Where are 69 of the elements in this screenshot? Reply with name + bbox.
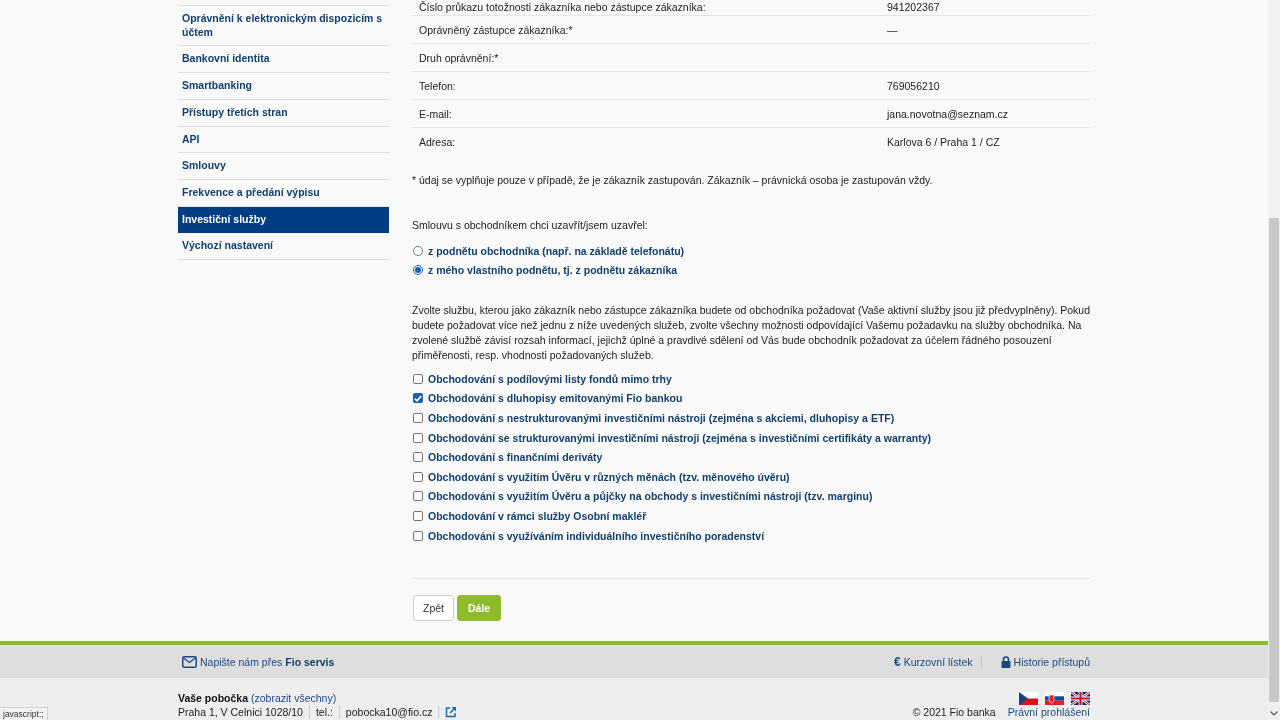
legal-notice-link[interactable]: Právní prohlášení	[1007, 705, 1090, 720]
field-value: 941202367	[887, 0, 940, 14]
radio-button[interactable]	[413, 264, 423, 275]
field-value: —	[887, 23, 898, 37]
sidebar-item[interactable]: Investiční služby	[178, 206, 389, 234]
sidebar-item[interactable]: Výchozí nastavení	[178, 233, 389, 261]
scrollbar-thumb[interactable]	[1269, 218, 1279, 702]
checkbox[interactable]	[413, 452, 423, 463]
sidebar-item[interactable]: Přístupy třetích stran	[178, 99, 389, 127]
checkbox[interactable]	[413, 491, 423, 502]
radio-button[interactable]	[413, 245, 423, 256]
field-value: jana.novotna@seznam.cz	[887, 107, 1008, 121]
envelope-icon	[182, 655, 197, 668]
status-bar-text: javascript:;	[0, 707, 48, 720]
radio-dot-icon	[415, 266, 421, 273]
back-button[interactable]: Zpět	[413, 595, 454, 622]
footnote-text: * údaj se vyplňuje pouze v případě, že je zákazník zastupován. Zákazník – právnická osoba je zastupován vždy.	[412, 173, 934, 187]
footer-link[interactable]: Historie přístupů	[1000, 655, 1090, 668]
lock-icon	[1000, 655, 1011, 668]
checkbox[interactable]	[413, 413, 423, 423]
sidebar-item[interactable]: Smartbanking	[178, 73, 389, 100]
currency-icon: €	[894, 654, 901, 669]
branch-address: Praha 1, V Celnici 1028/10	[178, 705, 304, 720]
checkmark-icon	[414, 394, 422, 402]
field-label: E-mail:	[419, 107, 453, 121]
slovak-flag-icon[interactable]	[1045, 691, 1064, 705]
field-value: Karlova 6 / Praha 1 / CZ	[887, 135, 1000, 149]
checkbox-label[interactable]: Obchodování s podílovými listy fondů mimo trhy	[428, 372, 672, 385]
contact-link[interactable]: Napište nám přes Fio servis	[182, 655, 335, 668]
checkbox-label[interactable]: Obchodování v rámci služby Osobní makléř	[428, 509, 647, 522]
sidebar-item[interactable]: Bankovní identita	[178, 46, 389, 74]
checkbox-label[interactable]: Obchodování s nestrukturovanými investičními nástroji (zejména s akciemi, dluhopisy a ETF)	[428, 412, 895, 424]
czech-flag-icon[interactable]	[1019, 691, 1038, 705]
question-text: Smlouvu s obchodníkem chci uzavřít/jsem uzavřel:	[412, 218, 649, 232]
external-link-icon[interactable]	[445, 706, 458, 719]
field-label: Adresa:	[419, 135, 457, 149]
checkbox-label[interactable]: Obchodování s využíváním individuálního investičního poradenství	[428, 529, 765, 542]
checkbox[interactable]	[413, 471, 423, 482]
radio-label[interactable]: z podnětu obchodníka (např. na základě telefonátu)	[428, 244, 685, 257]
field-label: Číslo průkazu totožnosti zákazníka nebo zástupce zákazníka:	[419, 0, 707, 14]
checkbox-label[interactable]: Obchodování se strukturovanými investičními nástroji (zejména s investičními certifikáty a warranty)	[428, 431, 931, 444]
field-value: 769056210	[887, 79, 940, 93]
radio-label[interactable]: z mého vlastního podnětu, tj. z podnětu zákazníka	[428, 263, 678, 276]
field-label: Oprávněný zástupce zákazníka:*	[419, 23, 574, 37]
copyright-text: © 2021 Fio banka	[912, 705, 996, 720]
checkbox[interactable]	[413, 432, 423, 443]
footer-link[interactable]: € Kurzovní lístek	[894, 654, 973, 669]
british-flag-icon[interactable]	[1071, 691, 1090, 705]
phone-label: tel.:	[308, 705, 339, 720]
checkbox-label[interactable]: Obchodování s dluhopisy emitovanými Fio bankou	[428, 392, 683, 405]
scroll-down-icon[interactable]	[1270, 711, 1278, 716]
checkbox-label[interactable]: Obchodování s finančními deriváty	[428, 451, 603, 464]
checkbox[interactable]	[413, 510, 423, 521]
checkbox-label[interactable]: Obchodování s využitím Úvěru v různých měnách (tzv. měnového úvěru)	[428, 470, 790, 483]
branch-title: Vaše pobočka	[178, 691, 249, 706]
branch-email: pobocka10@fio.cz	[338, 705, 439, 720]
sidebar-item[interactable]: Frekvence a předání výpisu	[178, 179, 389, 207]
scrollbar-track[interactable]	[1268, 0, 1280, 720]
instructions-text: Zvolte službu, kterou jako zákazník nebo zástupce zákazníka budete od obchodníka požadovat (Vaše aktivní služby jsou již předvyplněny). Pokud budete požadovat více než jednu z níže uvedených služeb, zvolte všechny možnosti odpovídající Vašemu požadavku na služby obchodníka. Na zvolené službě závisí rozsah informací, jejichž úplné a pravdivé sdělení od Vás bude obchodník požadovat za účelem řádného posouzení přiměřenosti, resp. vhodnosti požadovaných služeb.	[412, 303, 1092, 363]
checkbox[interactable]	[413, 373, 423, 384]
show-all-link[interactable]: (zobrazit všechny)	[250, 691, 337, 706]
sidebar-item[interactable]: API	[178, 126, 389, 154]
field-label: Telefon:	[419, 79, 457, 93]
checkbox[interactable]	[413, 393, 423, 404]
checkbox-label[interactable]: Obchodování s využitím Úvěru a půjčky na obchody s investičními nástroji (tzv. marginu)	[428, 490, 873, 503]
field-label: Druh oprávnění:*	[419, 51, 500, 65]
checkbox[interactable]	[413, 530, 423, 541]
sidebar-item[interactable]: Oprávnění k elektronickým dispozicím s účtem	[178, 6, 389, 47]
sidebar-item[interactable]: Smlouvy	[178, 153, 389, 180]
